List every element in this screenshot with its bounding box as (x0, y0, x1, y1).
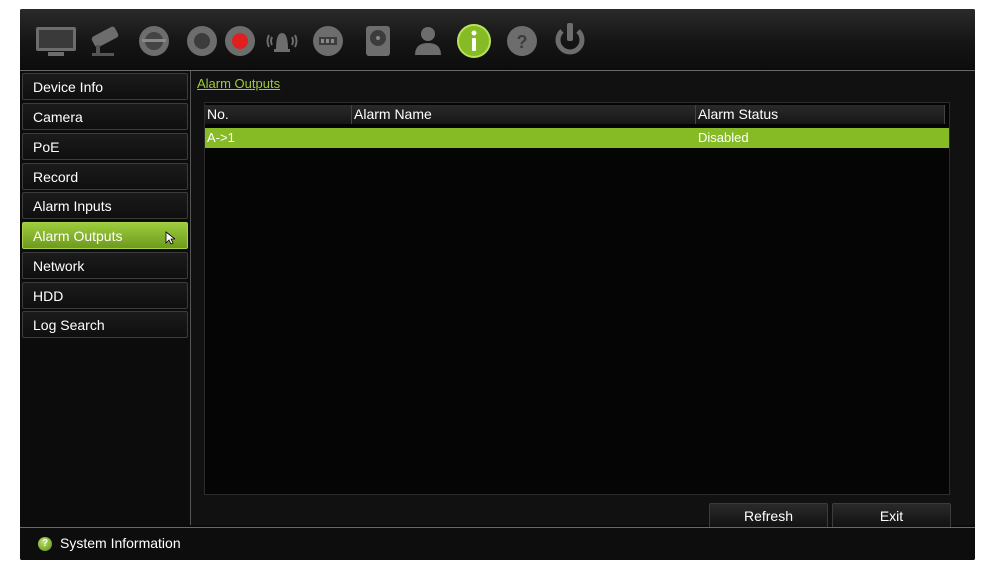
help-icon[interactable]: ? (498, 17, 546, 65)
status-text: System Information (60, 535, 181, 551)
info-icon[interactable] (450, 17, 498, 65)
sidebar-item-camera[interactable]: Camera (22, 103, 188, 130)
sidebar-item-network[interactable]: Network (22, 252, 188, 279)
record-icon[interactable] (216, 17, 264, 65)
sidebar-nav: Device Info Camera PoE Record Alarm Inpu… (20, 71, 190, 525)
column-header-alarm-status[interactable]: Alarm Status (696, 105, 945, 124)
sidebar-item-record[interactable]: Record (22, 163, 188, 190)
table-row[interactable]: A->1 Disabled (205, 128, 949, 148)
cell-alarm-name (352, 128, 354, 148)
nvr-window: ? Device Info Camera PoE Record Alarm In… (20, 9, 975, 560)
top-toolbar: ? (20, 9, 975, 69)
refresh-button[interactable]: Refresh (709, 503, 828, 529)
network-icon[interactable] (304, 17, 352, 65)
help-icon: ? (38, 537, 52, 551)
main-panel: Alarm Outputs No. Alarm Name Alarm Statu… (191, 71, 975, 529)
alarm-icon[interactable] (258, 17, 306, 65)
power-icon[interactable] (546, 17, 594, 65)
sidebar-item-poe[interactable]: PoE (22, 133, 188, 160)
cell-no: A->1 (207, 130, 235, 145)
cell-alarm-status: Disabled (698, 130, 749, 145)
status-bar: ? System Information (20, 527, 975, 560)
page-title: Alarm Outputs (197, 76, 281, 91)
sidebar-item-alarm-outputs[interactable]: Alarm Outputs (22, 222, 188, 249)
hdd-icon[interactable] (354, 17, 402, 65)
column-header-no[interactable]: No. (205, 105, 352, 124)
user-icon[interactable] (404, 17, 452, 65)
svg-text:?: ? (517, 32, 528, 52)
column-header-alarm-name[interactable]: Alarm Name (352, 105, 696, 124)
camera-icon[interactable] (82, 17, 130, 65)
ptz-dome-icon[interactable] (130, 17, 178, 65)
sidebar-item-device-info[interactable]: Device Info (22, 73, 188, 100)
sidebar-item-hdd[interactable]: HDD (22, 282, 188, 309)
sidebar-item-alarm-inputs[interactable]: Alarm Inputs (22, 192, 188, 219)
mouse-cursor-icon (165, 231, 175, 245)
monitor-icon[interactable] (32, 17, 80, 65)
sidebar-item-log-search[interactable]: Log Search (22, 311, 188, 338)
alarm-outputs-table: No. Alarm Name Alarm Status A->1 Disable… (204, 102, 950, 495)
sidebar-item-label: Alarm Outputs (33, 228, 123, 244)
exit-button[interactable]: Exit (832, 503, 951, 529)
